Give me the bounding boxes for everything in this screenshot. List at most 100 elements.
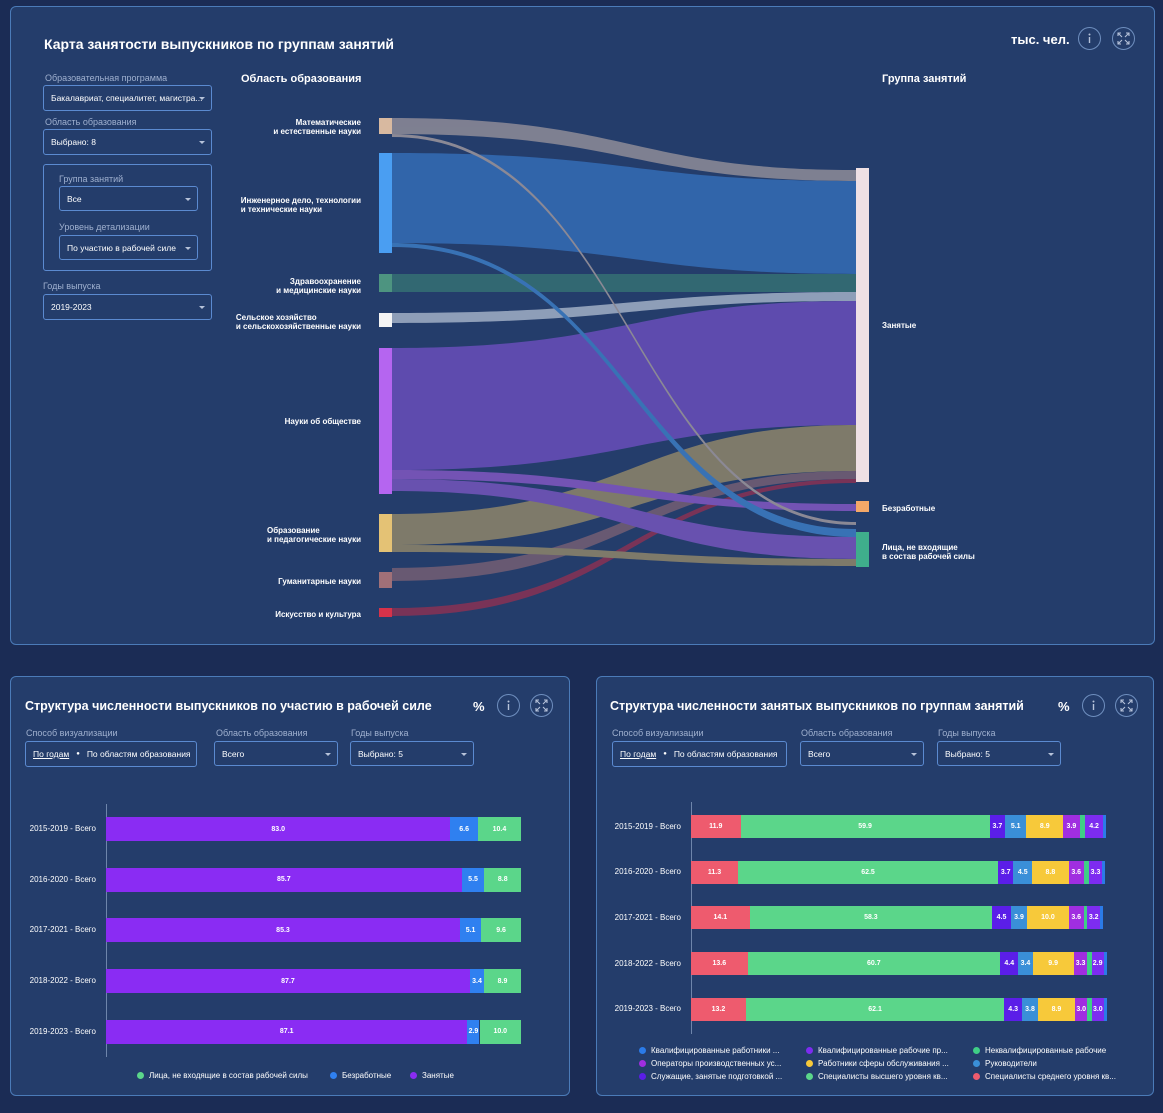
bar-segment[interactable]: 9.9: [1032, 952, 1074, 976]
bar-value-label: 10.0: [493, 1028, 508, 1036]
legend-swatch: [639, 1060, 646, 1067]
bar-segment[interactable]: 10.0: [1027, 906, 1069, 930]
node-employed: [856, 168, 869, 482]
bar-segment[interactable]: 4.5: [992, 906, 1011, 930]
bar-value-label: 9.9: [1048, 960, 1058, 968]
bar-segment[interactable]: 3.9: [1063, 815, 1080, 838]
bar-segment[interactable]: 8.9: [1037, 997, 1075, 1021]
source-label-line: Искусство и культура: [275, 610, 361, 619]
bar-segment[interactable]: 83.0: [106, 817, 451, 841]
bar-segment[interactable]: 4.2: [1085, 815, 1103, 838]
bar-value-label: 59.9: [858, 823, 872, 830]
bar-segment[interactable]: 4.3: [1004, 997, 1023, 1021]
legend-label: Занятые: [422, 1071, 454, 1080]
bar-segment[interactable]: 4.5: [1013, 860, 1033, 884]
bar-segment[interactable]: [1100, 906, 1103, 930]
bar-segment[interactable]: 62.5: [738, 860, 998, 884]
legend-item[interactable]: Руководители: [973, 1059, 1037, 1068]
bar-value-label: 13.6: [712, 960, 727, 968]
bar-segment[interactable]: 3.9: [1010, 906, 1028, 930]
legend-item[interactable]: Занятые: [410, 1071, 454, 1080]
bar-segment[interactable]: [1102, 815, 1107, 838]
bar-value-label: 3.9: [1066, 823, 1077, 830]
legend-swatch: [973, 1060, 980, 1067]
bar-segment[interactable]: [1104, 997, 1107, 1021]
legend-item[interactable]: Квалифицированные рабочие пр...: [806, 1046, 948, 1055]
bar-segment[interactable]: 6.6: [450, 817, 478, 841]
bar-segment[interactable]: 11.9: [691, 815, 741, 838]
bar-segment[interactable]: 10.0: [479, 1019, 521, 1044]
bar-segment[interactable]: 8.9: [1026, 815, 1064, 838]
bar-segment[interactable]: 8.8: [484, 867, 521, 892]
bar-segment[interactable]: [1102, 860, 1105, 884]
bar-segment[interactable]: 3.2: [1087, 906, 1101, 930]
row-label: 2016-2020 - Всего: [29, 874, 96, 884]
bar-value-label: 3.2: [1088, 914, 1099, 922]
source-label-line: Инженерное дело, технологии: [240, 196, 361, 205]
bar-segment[interactable]: 62.1: [745, 997, 1005, 1021]
legend-item[interactable]: Работники сферы обслуживания ...: [806, 1059, 949, 1068]
legend-item[interactable]: Лица, не входящие в состав рабочей силы: [137, 1071, 308, 1080]
bar-segment[interactable]: 3.6: [1068, 860, 1084, 884]
bar-segment[interactable]: 9.6: [481, 918, 521, 943]
bar-value-label: 4.5: [996, 914, 1007, 922]
legend-item[interactable]: Неквалифицированные рабочие: [973, 1046, 1106, 1055]
bar-segment[interactable]: 3.8: [1022, 997, 1038, 1021]
bar-segment[interactable]: [1103, 952, 1107, 976]
participation-panel: Структура численности выпускников по уча…: [10, 676, 570, 1096]
legend-swatch: [639, 1047, 646, 1054]
legend-item[interactable]: Операторы производственных ус...: [639, 1059, 781, 1068]
bar-segment[interactable]: 3.3: [1073, 952, 1088, 976]
bar-segment[interactable]: 3.7: [998, 860, 1014, 884]
bar-segment[interactable]: 8.8: [1032, 860, 1069, 884]
bar-segment[interactable]: 85.3: [106, 918, 460, 943]
bar-segment[interactable]: 13.6: [691, 952, 748, 976]
bar-segment[interactable]: 11.3: [691, 860, 738, 884]
bar-segment[interactable]: 87.1: [106, 1019, 468, 1044]
legend-item[interactable]: Служащие, занятые подготовкой ...: [639, 1072, 782, 1081]
bar-segment[interactable]: 60.7: [747, 952, 1001, 976]
bar-segment[interactable]: 14.1: [691, 906, 750, 930]
bar-segment[interactable]: 3.7: [989, 815, 1006, 838]
bar-segment[interactable]: 3.3: [1088, 860, 1103, 884]
bar-segment[interactable]: 3.0: [1091, 997, 1105, 1021]
legend-swatch: [806, 1060, 813, 1067]
bar-segment[interactable]: 3.4: [1018, 952, 1033, 976]
bar-segment[interactable]: 5.5: [461, 867, 485, 892]
legend-item[interactable]: Квалифицированные работники ...: [639, 1046, 779, 1055]
bar-segment[interactable]: 5.1: [1005, 815, 1027, 838]
bar-value-label: 83.0: [271, 825, 286, 833]
target-label-line: в состав рабочей силы: [882, 552, 975, 561]
legend-swatch: [137, 1072, 144, 1079]
row-label: 2019-2023 - Всего: [29, 1026, 96, 1036]
bar-segment[interactable]: 2.9: [467, 1019, 480, 1044]
legend-item[interactable]: Специалисты среднего уровня кв...: [973, 1072, 1116, 1081]
legend-label: Служащие, занятые подготовкой ...: [651, 1072, 783, 1081]
bar-segment[interactable]: 8.9: [484, 969, 521, 994]
source-label-line: Науки об обществе: [284, 417, 361, 426]
bar-segment[interactable]: 58.3: [749, 906, 993, 930]
source-label-edu: Образование и педагогические науки: [267, 526, 361, 544]
bar-segment[interactable]: 87.7: [106, 969, 470, 994]
bar-segment[interactable]: 5.1: [459, 918, 482, 943]
bar-segment[interactable]: 4.4: [1000, 952, 1019, 976]
bar-segment[interactable]: 10.4: [477, 817, 521, 841]
legend-item[interactable]: Специалисты высшего уровня кв...: [806, 1072, 948, 1081]
bar-segment[interactable]: 3.4: [469, 969, 485, 994]
legend-swatch: [639, 1073, 646, 1080]
bar-segment[interactable]: 3.0: [1074, 997, 1088, 1021]
bar-segment[interactable]: 59.9: [740, 815, 990, 838]
bar-segment[interactable]: 2.9: [1091, 952, 1104, 976]
row-label: 2019-2023 - Всего: [614, 1004, 681, 1014]
bar-value-label: 62.5: [861, 868, 875, 876]
bar-segment[interactable]: 13.2: [691, 997, 746, 1021]
legend-item[interactable]: Безработные: [330, 1071, 391, 1080]
bar-value-label: 4.3: [1008, 1005, 1019, 1013]
bar-value-label: 62.1: [868, 1005, 882, 1013]
bar-value-label: 13.2: [711, 1005, 726, 1013]
sankey-flows: [392, 118, 856, 616]
bar-segment[interactable]: 3.6: [1068, 906, 1084, 930]
node-outside: [856, 532, 869, 567]
legend-swatch: [806, 1073, 813, 1080]
bar-segment[interactable]: 85.7: [106, 867, 462, 892]
